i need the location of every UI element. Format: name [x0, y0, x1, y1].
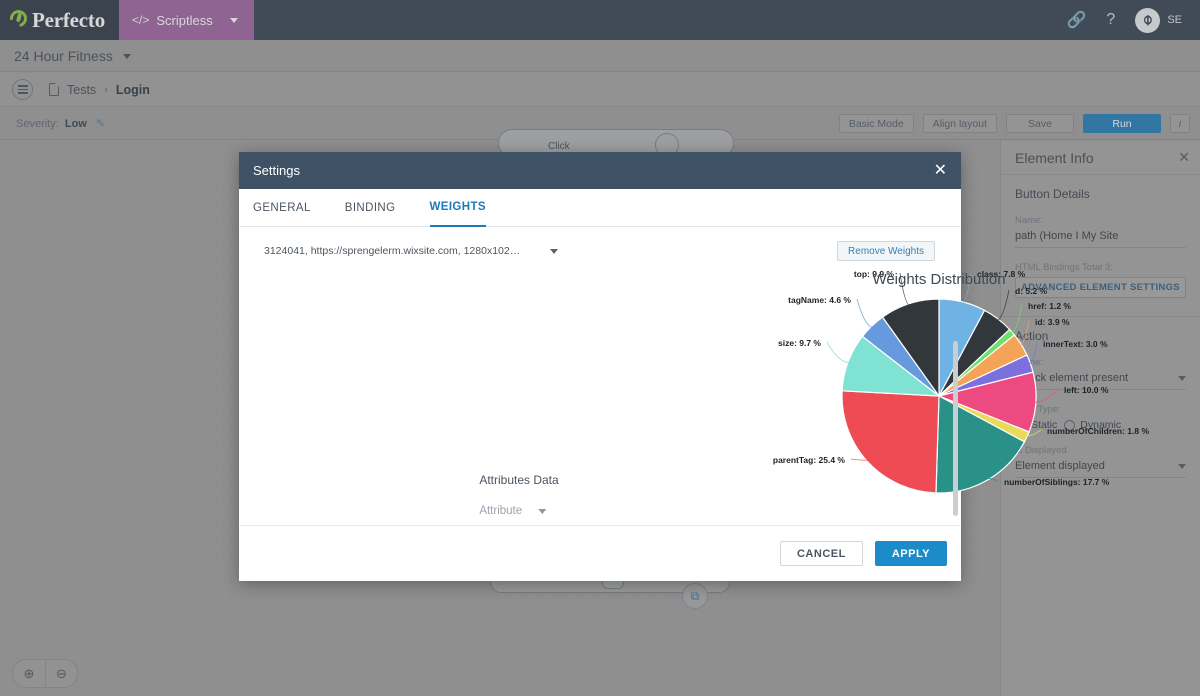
chevron-down-icon — [550, 248, 559, 254]
pie-leader-line-left — [1033, 388, 1059, 403]
dialog-subheader: 3124041, https://sprengelerm.wixsite.com… — [239, 227, 961, 261]
weights-pie-chart: Weights Distribution class: 7.8 % d: 5.2 … — [699, 261, 1199, 523]
pie-leader-line-d — [996, 289, 1010, 321]
pie-leader-line-href — [1010, 304, 1023, 334]
pie-label-tagName: tagName: 4.6 % — [788, 295, 851, 305]
dialog-header: Settings ✕ — [239, 152, 961, 189]
pie-label-innerText: innerText: 3.0 % — [1043, 339, 1108, 349]
pie-leader-line-id — [1019, 320, 1030, 347]
remove-weights-button[interactable]: Remove Weights — [837, 241, 935, 261]
dialog-tabs: GENERAL BINDING WEIGHTS — [239, 189, 961, 227]
source-select[interactable]: 3124041, https://sprengelerm.wixsite.com… — [264, 245, 559, 257]
pie-leader-line-size — [826, 341, 851, 364]
tab-general[interactable]: GENERAL — [253, 189, 311, 227]
pie-label-d: d: 5.2 % — [1015, 286, 1048, 296]
pie-label-left: left: 10.0 % — [1064, 385, 1109, 395]
dialog-scrollbar[interactable] — [953, 341, 958, 516]
pie-label-parentTag: parentTag: 25.4 % — [773, 455, 846, 465]
dialog-footer: CANCEL APPLY — [239, 525, 961, 581]
pie-chart-svg: class: 7.8 %d: 5.2 %href: 1.2 %id: 3.9 %… — [773, 269, 1149, 494]
pie-slice-parentTag — [841, 390, 940, 494]
cancel-button[interactable]: CANCEL — [779, 541, 863, 566]
settings-dialog: Settings ✕ GENERAL BINDING WEIGHTS 31240… — [239, 152, 1149, 581]
tab-binding[interactable]: BINDING — [345, 189, 396, 227]
chart-title: Weights Distribution — [872, 271, 1006, 288]
pie-label-href: href: 1.2 % — [1028, 301, 1071, 311]
pie-leader-line-tagName — [856, 298, 874, 328]
dialog-title: Settings — [253, 163, 300, 178]
chevron-down-icon — [538, 508, 547, 514]
attribute-select-placeholder: Attribute — [479, 505, 523, 517]
attributes-data-block: Attributes Data Attribute — [479, 473, 558, 517]
apply-button[interactable]: APPLY — [874, 541, 947, 566]
attributes-data-title: Attributes Data — [479, 473, 559, 487]
pie-label-numberOfSiblings: numberOfSiblings: 17.7 % — [1004, 477, 1110, 487]
attribute-select[interactable]: Attribute — [479, 505, 558, 517]
tab-weights[interactable]: WEIGHTS — [429, 189, 486, 227]
pie-label-numberOfChildren: numberOfChildren: 1.8 % — [1047, 426, 1149, 436]
dialog-body: Attributes Data Attribute Weights Distri… — [239, 261, 1149, 523]
app-root: Perfecto </> Scriptless 🔗 ? ⌽ SE 24 Hour… — [0, 0, 1200, 696]
pie-label-size: size: 9.7 % — [778, 338, 821, 348]
pie-label-id: id: 3.9 % — [1035, 317, 1070, 327]
source-select-value: 3124041, https://sprengelerm.wixsite.com… — [264, 245, 521, 257]
close-icon[interactable]: ✕ — [934, 162, 947, 179]
